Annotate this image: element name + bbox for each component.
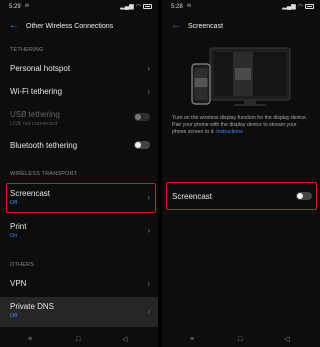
bluetooth-tethering-toggle[interactable] — [134, 141, 150, 149]
instructions-link[interactable]: Instructions — [216, 129, 243, 135]
system-nav-bar: ≡ □ ◁ — [0, 333, 158, 347]
screencast-toggle-highlight — [166, 182, 317, 210]
system-nav-bar: ≡ □ ◁ — [162, 333, 320, 347]
item-label: Bluetooth tethering — [10, 141, 78, 150]
toggle-knob — [135, 114, 141, 120]
app-header: ← Other Wireless Connections — [0, 16, 158, 40]
tv-mirrored-image — [235, 68, 251, 80]
status-time: 5:28 — [171, 4, 183, 10]
back-arrow-icon[interactable]: ← — [171, 21, 181, 31]
item-label: USB tethering — [10, 110, 60, 119]
notification-icon: ✉ — [186, 3, 192, 9]
item-status: Off — [10, 313, 18, 319]
item-status: On — [10, 233, 18, 239]
section-label-tethering: TETHERING — [10, 47, 44, 53]
item-label: Wi-Fi tethering — [10, 87, 63, 96]
battery-icon — [143, 4, 152, 9]
back-arrow-icon[interactable]: ← — [9, 21, 19, 31]
item-status: USB not connected — [10, 121, 58, 127]
item-label: VPN — [10, 279, 27, 288]
chevron-right-icon: › — [147, 279, 150, 288]
page-title: Other Wireless Connections — [26, 23, 114, 30]
tv-base — [234, 104, 266, 106]
home-icon[interactable]: □ — [238, 336, 242, 344]
item-label: Personal hotspot — [10, 64, 71, 73]
menu-icon[interactable]: ≡ — [28, 336, 32, 344]
home-icon[interactable]: □ — [76, 336, 80, 344]
list-item-print[interactable]: Print On › — [0, 218, 158, 244]
screencast-illustration — [162, 44, 320, 112]
section-label-wireless-transport: WIRELESS TRANSPORT — [10, 171, 78, 177]
menu-icon[interactable]: ≡ — [190, 336, 194, 344]
back-icon[interactable]: ◁ — [122, 336, 127, 344]
phone-image — [194, 78, 208, 87]
screencast-screen: 5:28 ✉ ▂▄▆ ◠ ← Screencast Turn on the wi… — [162, 0, 320, 347]
tv-stand — [244, 100, 256, 104]
section-label-others: OTHERS — [10, 262, 35, 268]
status-bar: 5:28 ✉ ▂▄▆ ◠ — [162, 0, 320, 14]
chevron-right-icon: › — [147, 87, 150, 96]
item-label: Print — [10, 222, 27, 231]
list-item-personal-hotspot[interactable]: Personal hotspot › — [0, 58, 158, 78]
screencast-description: Turn on the wireless display function fo… — [172, 115, 312, 137]
chevron-right-icon: › — [147, 64, 150, 73]
wifi-icon: ◠ — [135, 4, 141, 10]
notification-icon: ✉ — [24, 3, 30, 9]
list-item-bluetooth-tethering[interactable]: Bluetooth tethering — [0, 136, 158, 156]
wifi-icon: ◠ — [297, 4, 303, 10]
page-title: Screencast — [188, 23, 224, 30]
status-icons: ▂▄▆ ◠ — [282, 3, 314, 10]
status-bar: 5:29 ✉ ▂▄▆ ◠ — [0, 0, 158, 14]
status-time: 5:29 — [9, 4, 21, 10]
list-item-private-dns[interactable]: Private DNS Off › — [0, 297, 158, 327]
list-item-wifi-tethering[interactable]: Wi-Fi tethering › — [0, 82, 158, 102]
item-label: Private DNS — [10, 302, 55, 311]
chevron-right-icon: › — [147, 307, 150, 316]
phone-to-tv-illustration — [191, 47, 291, 106]
chevron-right-icon: › — [147, 226, 150, 235]
signal-icon: ▂▄▆ — [282, 4, 296, 10]
back-icon[interactable]: ◁ — [284, 336, 289, 344]
app-header: ← Screencast — [162, 16, 320, 40]
screencast-highlight — [6, 183, 156, 213]
status-icons: ▂▄▆ ◠ — [120, 3, 152, 10]
list-item-vpn[interactable]: VPN › — [0, 274, 158, 294]
list-item-usb-tethering: USB tethering USB not connected — [0, 104, 158, 130]
signal-icon: ▂▄▆ — [120, 4, 134, 10]
battery-icon — [305, 4, 314, 9]
usb-tethering-toggle — [134, 113, 150, 121]
wireless-connections-screen: 5:29 ✉ ▂▄▆ ◠ ← Other Wireless Connection… — [0, 0, 158, 347]
toggle-knob — [135, 142, 141, 148]
